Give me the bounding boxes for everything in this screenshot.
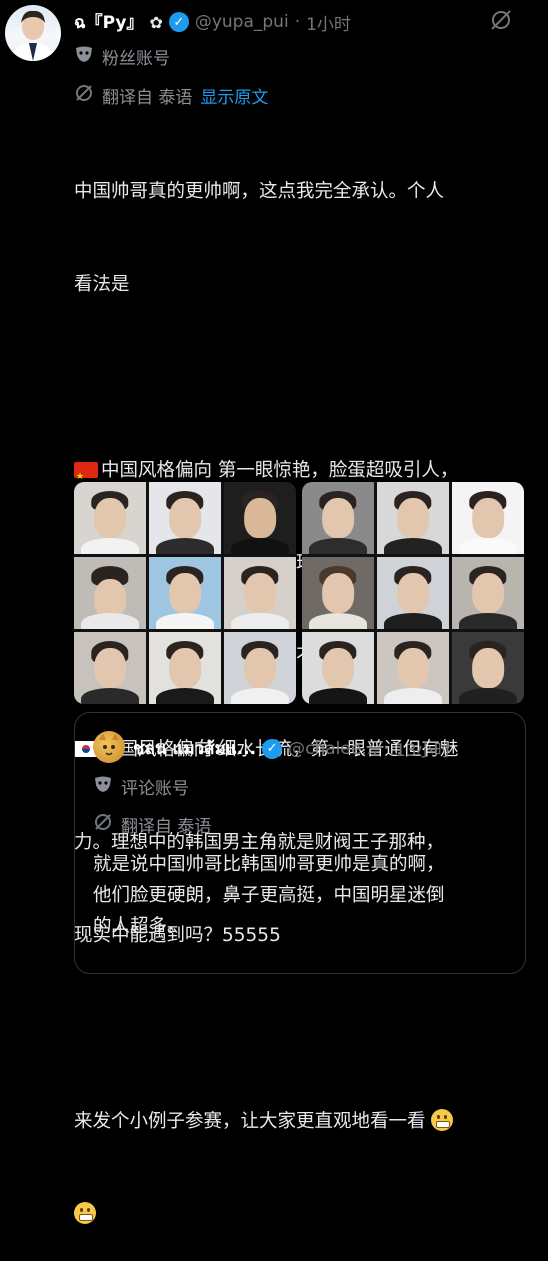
mask-icon	[74, 44, 94, 69]
quoted-post[interactable]: ชลน แมวส้มแ... ✓ @chalee... · 13小时 评论账号 …	[74, 712, 526, 974]
post-header: ฉ『Py』 ✿ ✓ @yupa_pui · 1小时	[74, 9, 351, 35]
translation-row: 翻译自 泰语 显示原文	[74, 81, 268, 109]
flower-icon: ✿	[149, 12, 163, 32]
photo-cell	[224, 557, 296, 629]
photo-cell	[224, 482, 296, 554]
grok-slash-icon[interactable]	[488, 7, 514, 37]
quoted-translation-row: 翻译自 泰语	[93, 811, 211, 837]
author-avatar[interactable]	[5, 5, 61, 61]
post-line	[74, 1013, 526, 1044]
translation-source: 翻译自 泰语	[102, 87, 193, 108]
quoted-display-name[interactable]: ชลน แมวส้มแ...	[133, 735, 256, 762]
quoted-post-header: ชลน แมวส้มแ... ✓ @chalee... · 13小时	[133, 735, 451, 762]
photo-cell	[452, 632, 524, 704]
photo-cell	[74, 482, 146, 554]
quoted-line: 他们脸更硬朗，鼻子更高挺，中国明星迷倒	[93, 885, 445, 906]
post-line-text: 来发个小例子参赛，让大家更直观地看一看	[74, 1111, 426, 1132]
quoted-account-label: 评论账号	[93, 773, 189, 799]
korean-actors-collage[interactable]	[302, 482, 524, 704]
quoted-line: 就是说中国帅哥比韩国帅哥更帅是真的啊，	[93, 854, 445, 875]
avatar-image	[11, 10, 55, 61]
photo-cell	[149, 557, 221, 629]
translate-icon	[93, 812, 113, 837]
post-line: 中国帅哥真的更帅啊，这点我完全承认。个人	[74, 181, 445, 202]
post-time[interactable]: 1小时	[306, 10, 351, 35]
photo-cell	[224, 632, 296, 704]
quoted-handle[interactable]: @chalee...	[288, 739, 377, 759]
quoted-account-text: 评论账号	[121, 778, 189, 799]
quoted-line: 的人超多。	[93, 916, 186, 937]
post-line: 看法是	[74, 274, 130, 295]
verified-badge-icon: ✓	[168, 12, 189, 32]
photo-cell	[74, 557, 146, 629]
photo-cell	[302, 557, 374, 629]
photo-cell	[302, 482, 374, 554]
grimacing-face-icon	[74, 1202, 96, 1224]
photo-cell	[377, 632, 449, 704]
post-line	[74, 362, 526, 393]
quoted-author-avatar[interactable]	[93, 731, 125, 763]
account-label: 粉丝账号	[74, 42, 170, 70]
post-line-text: 中国风格偏向 第一眼惊艳，脸蛋超吸引人，	[101, 460, 459, 481]
chinese-actors-collage[interactable]	[74, 482, 296, 704]
post-line: 来发个小例子参赛，让大家更直观地看一看	[74, 1106, 526, 1137]
mask-icon	[93, 774, 113, 799]
author-handle[interactable]: @yupa_pui	[195, 12, 289, 32]
grimacing-face-icon	[431, 1109, 454, 1131]
photo-cell	[377, 557, 449, 629]
account-label-text: 粉丝账号	[102, 48, 170, 69]
show-original-link[interactable]: 显示原文	[200, 83, 268, 108]
post-line	[74, 1199, 526, 1230]
separator-dot: ·	[294, 12, 301, 32]
photo-cell	[74, 632, 146, 704]
display-name[interactable]: ฉ『Py』	[74, 8, 143, 36]
verified-badge-icon: ✓	[262, 738, 283, 759]
translate-icon	[74, 83, 94, 108]
quoted-post-body: 就是说中国帅哥比韩国帅哥更帅是真的啊， 他们脸更硬朗，鼻子更高挺，中国明星迷倒 …	[93, 849, 518, 942]
quoted-time[interactable]: 13小时	[395, 736, 451, 761]
quoted-translation-source: 翻译自 泰语	[121, 816, 212, 837]
photo-cell	[377, 482, 449, 554]
photo-cell	[149, 632, 221, 704]
photo-cell	[452, 482, 524, 554]
photo-cell	[452, 557, 524, 629]
photo-cell	[302, 632, 374, 704]
separator-dot: ·	[383, 738, 389, 759]
china-flag-icon	[74, 462, 98, 493]
photo-cell	[149, 482, 221, 554]
